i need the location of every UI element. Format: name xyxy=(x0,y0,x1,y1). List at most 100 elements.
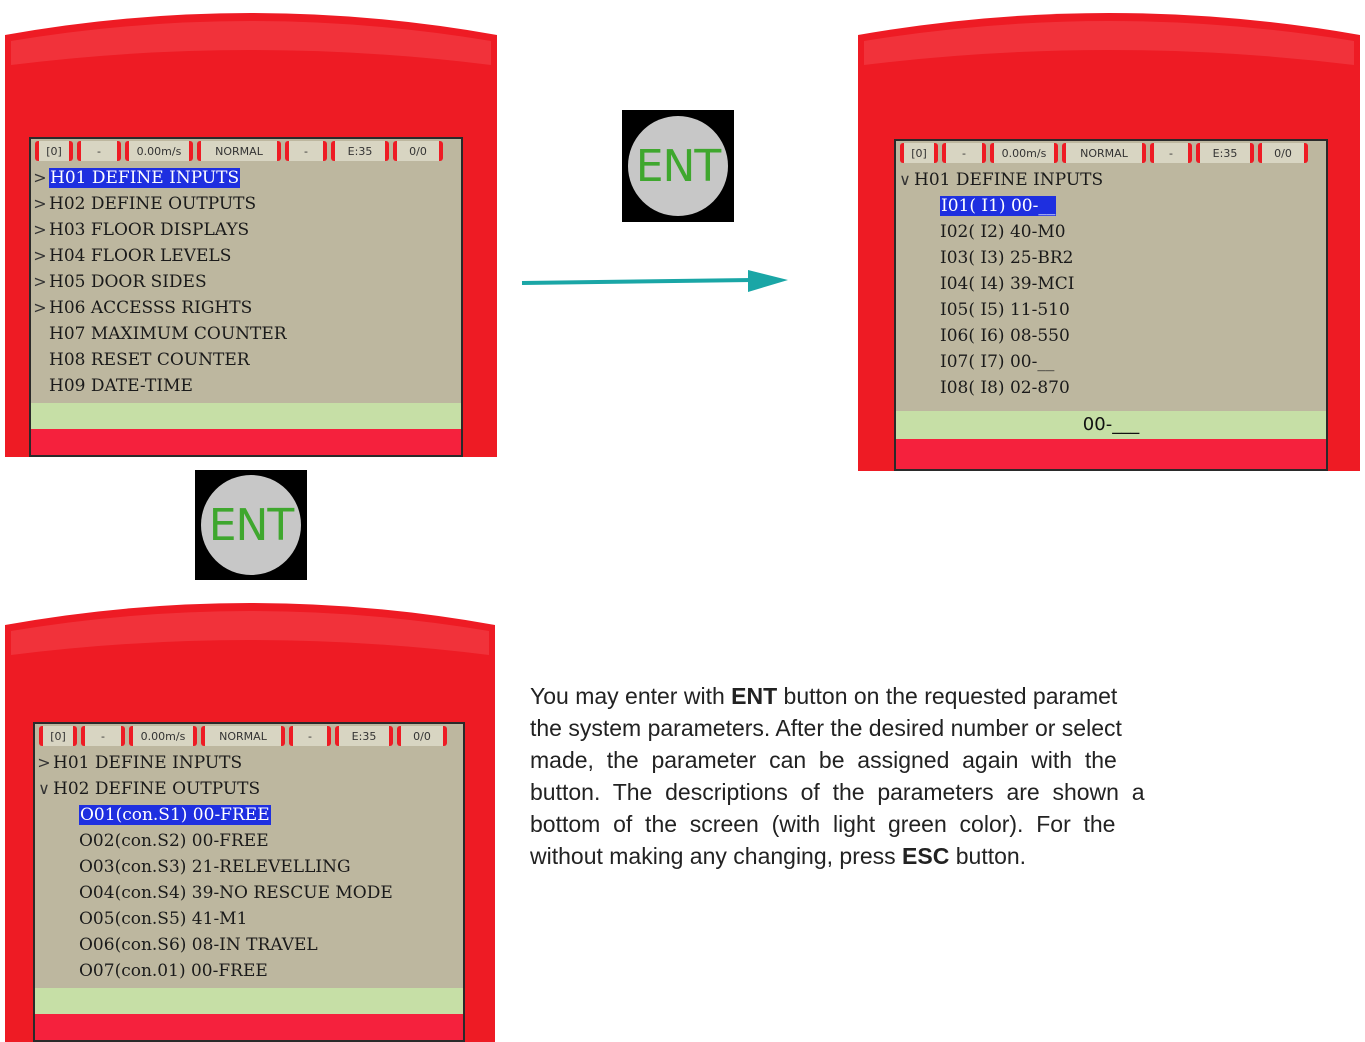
param-row-i06[interactable]: I06( I6) 08-550 xyxy=(896,323,1326,349)
param-row-i08[interactable]: I08( I8) 02-870 xyxy=(896,375,1326,401)
status-bar: [0] - 0.00m/s NORMAL - E:35 0/0 xyxy=(31,139,461,163)
status-mode: NORMAL xyxy=(1062,143,1146,163)
status-mode: NORMAL xyxy=(197,141,281,161)
lcd-screen: [0] - 0.00m/s NORMAL - E:35 0/0 > H01 DEF… xyxy=(33,722,465,1042)
status-count: 0/0 xyxy=(1258,143,1308,163)
menu-item-h04[interactable]: > H04 FLOOR LEVELS xyxy=(31,243,461,269)
esc-keyword: ESC xyxy=(902,843,950,869)
status-direction: - xyxy=(942,143,986,163)
status-error: E:35 xyxy=(335,726,393,746)
param-row-i01[interactable]: I01( I1) 00-__ xyxy=(896,193,1326,219)
menu-item-label: H07 MAXIMUM COUNTER xyxy=(49,324,287,344)
terminal-screen-outputs: [0] - 0.00m/s NORMAL - E:35 0/0 > H01 DEF… xyxy=(5,595,495,1042)
status-dash: - xyxy=(285,141,327,161)
lcd-screen: [0] - 0.00m/s NORMAL - E:35 0/0 ∨ H01 DEF… xyxy=(894,139,1328,471)
menu-item-h01[interactable]: > H01 DEFINE INPUTS xyxy=(31,165,461,191)
menu-header-h02[interactable]: ∨ H02 DEFINE OUTPUTS xyxy=(35,776,463,802)
instruction-line-4: button. The descriptions of the paramete… xyxy=(530,779,1145,805)
ent-button-1[interactable]: ENT xyxy=(622,110,734,222)
chevron-right-icon: > xyxy=(33,168,47,187)
menu-item-label: H05 DOOR SIDES xyxy=(49,272,207,292)
outputs-list: > H01 DEFINE INPUTS ∨ H02 DEFINE OUTPUTS O… xyxy=(35,750,463,984)
menu-item-label: H08 RESET COUNTER xyxy=(49,350,250,370)
menu-item-label: H02 DEFINE OUTPUTS xyxy=(49,194,257,214)
menu-item-label: H03 FLOOR DISPLAYS xyxy=(49,220,250,240)
param-label: O05(con.S5) 41-M1 xyxy=(79,909,248,929)
ent-button-label: ENT xyxy=(628,116,728,216)
inputs-list: ∨ H01 DEFINE INPUTS I01( I1) 00-__ I02( I… xyxy=(896,167,1326,401)
status-speed: 0.00m/s xyxy=(129,726,197,746)
instruction-line-5: bottom of the screen (with light green c… xyxy=(530,811,1116,837)
menu-item-h05[interactable]: > H05 DOOR SIDES xyxy=(31,269,461,295)
param-label: I07( I7) 00-__ xyxy=(940,352,1055,372)
param-label: O04(con.S4) 39-NO RESCUE MODE xyxy=(79,883,393,903)
instruction-text: button. xyxy=(949,843,1027,869)
instruction-text: You may enter with xyxy=(530,683,732,709)
status-count: 0/0 xyxy=(397,726,447,746)
status-floor: [0] xyxy=(900,143,938,163)
status-error: E:35 xyxy=(1196,143,1254,163)
instruction-paragraph: You may enter with ENT button on the req… xyxy=(530,680,1365,872)
menu-item-label: H09 DATE-TIME xyxy=(49,376,193,396)
status-error: E:35 xyxy=(331,141,389,161)
param-row-i07[interactable]: I07( I7) 00-__ xyxy=(896,349,1326,375)
lcd-screen: [0] - 0.00m/s NORMAL - E:35 0/0 > H01 DEF… xyxy=(29,137,463,457)
param-label: O03(con.S3) 21-RELEVELLING xyxy=(79,857,351,877)
param-row-o01[interactable]: O01(con.S1) 00-FREE xyxy=(35,802,463,828)
menu-item-h06[interactable]: > H06 ACCESSS RIGHTS xyxy=(31,295,461,321)
menu-header-h01[interactable]: > H01 DEFINE INPUTS xyxy=(35,750,463,776)
menu-item-label: H04 FLOOR LEVELS xyxy=(49,246,232,266)
instruction-line-3: made, the parameter can be assigned agai… xyxy=(530,747,1117,773)
menu-item-h09[interactable]: H09 DATE-TIME xyxy=(31,373,461,399)
chevron-right-icon: > xyxy=(37,753,51,772)
menu-item-label: H02 DEFINE OUTPUTS xyxy=(53,779,261,799)
ent-button-2[interactable]: ENT xyxy=(195,470,307,580)
param-row-o02[interactable]: O02(con.S2) 00-FREE xyxy=(35,828,463,854)
status-count: 0/0 xyxy=(393,141,443,161)
instruction-line-6: without making any changing, press ESC b… xyxy=(530,840,1365,872)
menu-item-h08[interactable]: H08 RESET COUNTER xyxy=(31,347,461,373)
param-label: O07(con.01) 00-FREE xyxy=(79,961,268,981)
menu-item-label: H06 ACCESSS RIGHTS xyxy=(49,298,253,318)
description-bar: 00-___ xyxy=(896,411,1326,439)
param-row-o03[interactable]: O03(con.S3) 21-RELEVELLING xyxy=(35,854,463,880)
menu-item-label: H01 DEFINE INPUTS xyxy=(49,168,241,188)
status-speed: 0.00m/s xyxy=(990,143,1058,163)
menu-header-h01[interactable]: ∨ H01 DEFINE INPUTS xyxy=(896,167,1326,193)
chevron-right-icon: > xyxy=(33,220,47,239)
param-row-i02[interactable]: I02( I2) 40-M0 xyxy=(896,219,1326,245)
chevron-down-icon: ∨ xyxy=(899,170,911,189)
param-row-o06[interactable]: O06(con.S6) 08-IN TRAVEL xyxy=(35,932,463,958)
param-label: I03( I3) 25-BR2 xyxy=(940,248,1074,268)
screen-footer xyxy=(35,1014,463,1040)
description-bar xyxy=(31,403,461,429)
param-label: O06(con.S6) 08-IN TRAVEL xyxy=(79,935,318,955)
menu-item-h02[interactable]: > H02 DEFINE OUTPUTS xyxy=(31,191,461,217)
param-row-o07[interactable]: O07(con.01) 00-FREE xyxy=(35,958,463,984)
param-label: O01(con.S1) 00-FREE xyxy=(79,805,271,825)
param-label: I01( I1) 00-__ xyxy=(940,196,1057,216)
status-direction: - xyxy=(81,726,125,746)
param-label: I02( I2) 40-M0 xyxy=(940,222,1066,242)
param-label: O02(con.S2) 00-FREE xyxy=(79,831,269,851)
description-bar xyxy=(35,988,463,1014)
chevron-right-icon: > xyxy=(33,272,47,291)
ent-button-label: ENT xyxy=(201,475,301,575)
menu-item-label: H01 DEFINE INPUTS xyxy=(53,753,243,773)
status-mode: NORMAL xyxy=(201,726,285,746)
status-speed: 0.00m/s xyxy=(125,141,193,161)
menu-item-h03[interactable]: > H03 FLOOR DISPLAYS xyxy=(31,217,461,243)
main-menu-list: > H01 DEFINE INPUTS > H02 DEFINE OUTPUTS >… xyxy=(31,165,461,399)
param-row-i03[interactable]: I03( I3) 25-BR2 xyxy=(896,245,1326,271)
chevron-down-icon: ∨ xyxy=(38,779,50,798)
terminal-screen-inputs: [0] - 0.00m/s NORMAL - E:35 0/0 ∨ H01 DEF… xyxy=(858,5,1360,471)
param-row-i04[interactable]: I04( I4) 39-MCI xyxy=(896,271,1326,297)
screen-footer xyxy=(896,439,1326,469)
menu-item-h07[interactable]: H07 MAXIMUM COUNTER xyxy=(31,321,461,347)
param-label: I06( I6) 08-550 xyxy=(940,326,1070,346)
param-row-o05[interactable]: O05(con.S5) 41-M1 xyxy=(35,906,463,932)
param-row-i05[interactable]: I05( I5) 11-510 xyxy=(896,297,1326,323)
param-row-o04[interactable]: O04(con.S4) 39-NO RESCUE MODE xyxy=(35,880,463,906)
status-bar: [0] - 0.00m/s NORMAL - E:35 0/0 xyxy=(35,724,463,748)
instruction-text: button on the requested paramet xyxy=(777,683,1118,709)
